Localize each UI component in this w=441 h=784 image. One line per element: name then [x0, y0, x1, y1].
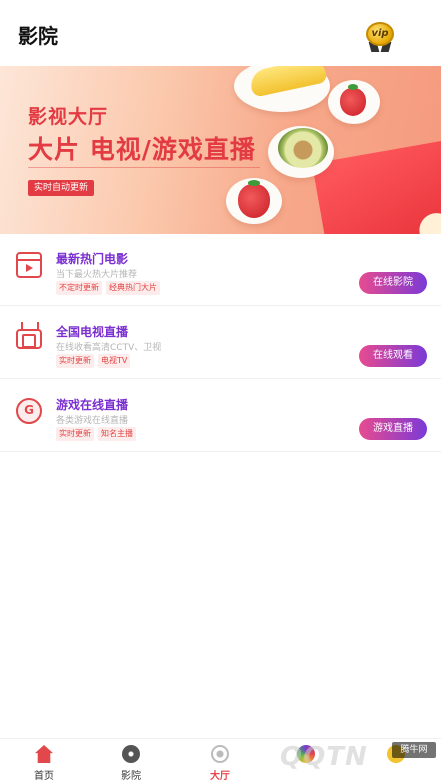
home-icon [35, 745, 53, 763]
vip-label: vip [371, 28, 389, 39]
promo-banner[interactable]: 影视大厅 大片 电视/游戏直播 实时自动更新 [0, 66, 441, 234]
page-title: 影院 [18, 24, 58, 48]
banner-divider [28, 167, 260, 168]
item-description: 各类游戏在线直播 [56, 416, 129, 426]
item-title: 全国电视直播 [56, 325, 129, 339]
strawberry-leaf [247, 180, 261, 186]
list-item[interactable]: 全国电视直播 在线收看高清CCTV、卫视 实时更新 电视TV 在线观看 [0, 307, 441, 379]
disc-icon [211, 745, 229, 763]
item-tags: 不定时更新 经典热门大片 [56, 281, 160, 295]
item-tag: 电视TV [98, 354, 131, 368]
item-tag: 不定时更新 [56, 281, 102, 295]
nav-home[interactable]: 首页 [14, 739, 74, 784]
envelope-seal [416, 210, 441, 234]
item-description: 在线收看高清CCTV、卫视 [56, 343, 162, 353]
film-play-icon [16, 252, 42, 278]
item-tag: 经典热门大片 [106, 281, 160, 295]
item-tag: 实时更新 [56, 427, 94, 441]
nav-hall[interactable]: 大厅 [190, 739, 250, 784]
corner-badge: 腾牛网 [392, 742, 436, 758]
list-item[interactable]: 游戏在线直播 各类游戏在线直播 实时更新 知名主播 游戏直播 [0, 380, 441, 452]
banner-tag: 实时自动更新 [28, 180, 95, 196]
tv-icon [16, 329, 42, 349]
nav-cinema[interactable]: 影院 [101, 739, 161, 784]
item-description: 当下最火热大片推荐 [56, 270, 138, 280]
strawberry-leaf [347, 84, 359, 90]
strawberry-illustration [340, 84, 366, 116]
vip-coin: vip [366, 22, 394, 46]
watermark: QQTN [280, 742, 368, 772]
strawberry-illustration [238, 180, 270, 218]
banner-title: 影视大厅 [28, 106, 109, 128]
bottom-nav: 首页 影院 大厅 [0, 738, 441, 784]
app-header: 影院 vip [0, 0, 441, 66]
item-title: 游戏在线直播 [56, 398, 129, 412]
game-live-button[interactable]: 游戏直播 [359, 418, 427, 440]
list-item[interactable]: 最新热门电影 当下最火热大片推荐 不定时更新 经典热门大片 在线影院 [0, 234, 441, 306]
item-title: 最新热门电影 [56, 252, 129, 266]
nav-label: 首页 [34, 771, 54, 782]
nav-label: 影院 [121, 771, 141, 782]
film-reel-icon [122, 745, 140, 763]
game-shield-icon [16, 398, 42, 424]
nav-label: 大厅 [210, 771, 230, 782]
item-tags: 实时更新 电视TV [56, 354, 131, 368]
avocado-illustration [278, 128, 328, 168]
banner-subtitle: 大片 电视/游戏直播 [28, 135, 256, 164]
item-tag: 实时更新 [56, 354, 94, 368]
watch-online-button[interactable]: 在线观看 [359, 345, 427, 367]
item-tags: 实时更新 知名主播 [56, 427, 136, 441]
online-cinema-button[interactable]: 在线影院 [359, 272, 427, 294]
item-tag: 知名主播 [98, 427, 136, 441]
vip-badge-icon[interactable]: vip [366, 22, 394, 52]
